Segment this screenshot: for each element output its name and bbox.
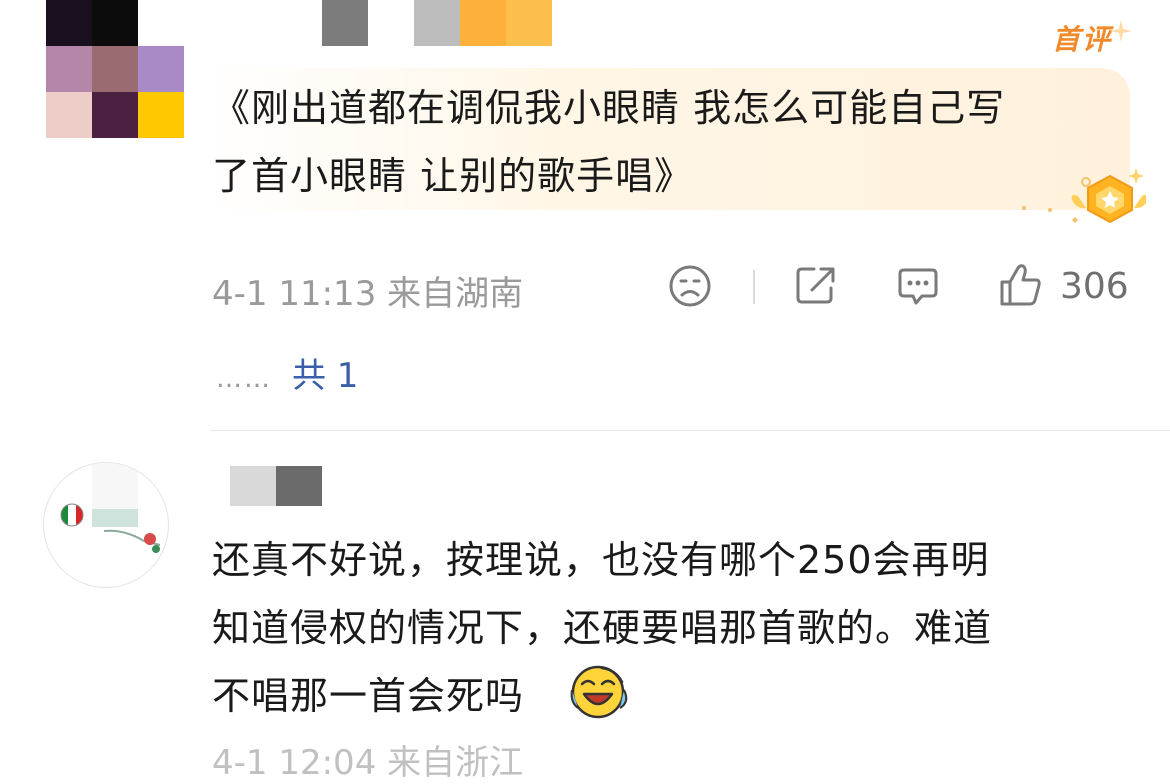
gold-medal-icon [1022,168,1146,224]
italy-flag-icon [60,503,84,527]
comment-2-text-line-3: 不唱那一首会死吗 [212,674,525,718]
avatar-decoration [103,529,161,553]
view-replies-link[interactable]: …… 共 1 [216,348,358,397]
comment-2-text-line-2: 知道侵权的情况下，还硬要唱那首歌的。难道 [212,606,993,650]
sparkle-icon [1110,20,1132,42]
share-icon[interactable] [794,264,838,306]
comment-2-text-line-1: 还真不好说，按理说，也没有哪个250会再明 [212,538,990,582]
reply-dots: …… [216,364,272,394]
comment-divider [210,430,1170,431]
user-avatar-2[interactable] [43,462,169,588]
first-comment-badge: 首评 [1052,23,1113,56]
laughing-crying-emoji [570,665,628,719]
thumbs-up-icon[interactable] [998,262,1044,308]
comment-1-text-line-2: 了首小眼睛 让别的歌手唱》 [212,154,694,198]
comment-1-text-line-1: 《刚出道都在调侃我小眼睛 我怎么可能自己写 [212,86,1006,130]
sad-face-icon[interactable] [668,264,712,308]
user-avatar-1[interactable] [46,0,184,138]
action-separator [753,270,755,304]
replies-count-text: 共 1 [292,356,359,396]
like-count: 306 [1060,266,1129,307]
comment-icon[interactable] [896,266,940,308]
comment-1-meta: 4-1 11:13 来自湖南 [212,274,524,314]
comment-2-meta: 4-1 12:04 来自浙江 [212,743,524,783]
